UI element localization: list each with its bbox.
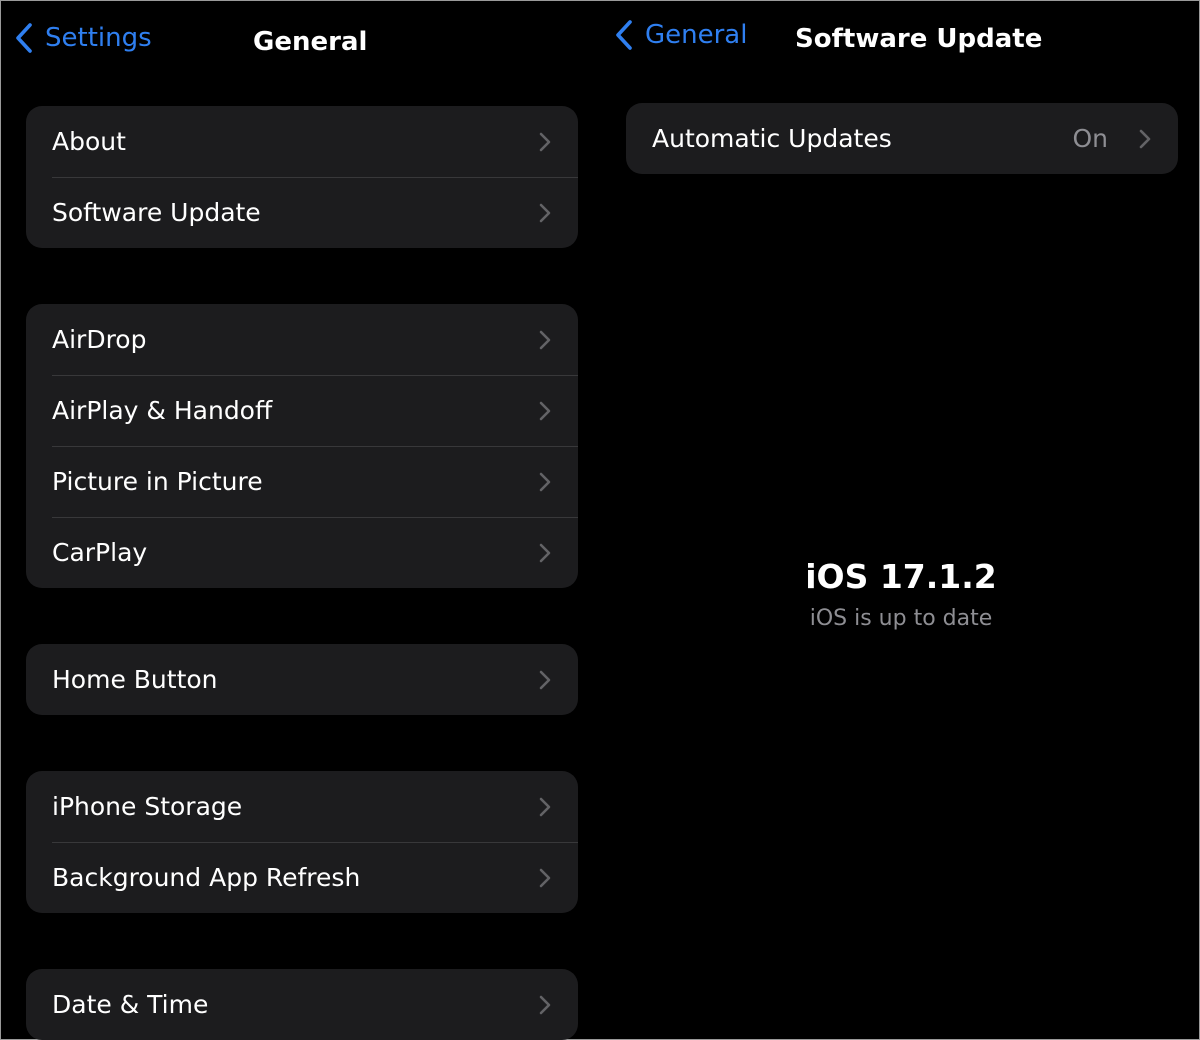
- ios-version: iOS 17.1.2: [805, 557, 997, 596]
- screenshot-frame: Settings General About Software Update A…: [0, 0, 1200, 1040]
- chevron-right-icon: [539, 132, 551, 151]
- row-label: AirPlay & Handoff: [52, 396, 273, 425]
- update-status-block: iOS 17.1.2 iOS is up to date: [601, 553, 1200, 637]
- row-label: iPhone Storage: [52, 792, 243, 821]
- settings-group-home: Home Button: [26, 644, 578, 715]
- row-iphone-storage[interactable]: iPhone Storage: [26, 771, 578, 842]
- chevron-left-icon: [16, 23, 32, 53]
- chevron-right-icon: [539, 797, 551, 816]
- back-label: Settings: [45, 23, 152, 53]
- chevron-right-icon: [539, 330, 551, 349]
- row-label: Picture in Picture: [52, 467, 263, 496]
- chevron-right-icon: [1139, 129, 1151, 148]
- row-date-time[interactable]: Date & Time: [26, 969, 578, 1040]
- row-carplay[interactable]: CarPlay: [26, 517, 578, 588]
- chevron-right-icon: [539, 543, 551, 562]
- row-picture-in-picture[interactable]: Picture in Picture: [26, 446, 578, 517]
- row-label: Home Button: [52, 665, 218, 694]
- back-to-general-button[interactable]: General: [615, 20, 747, 50]
- page-title: General: [253, 27, 368, 57]
- chevron-right-icon: [539, 995, 551, 1014]
- back-to-settings-button[interactable]: Settings: [15, 23, 152, 53]
- chevron-left-icon: [616, 20, 632, 50]
- chevron-right-icon: [539, 203, 551, 222]
- chevron-right-icon: [539, 401, 551, 420]
- settings-group-automatic-updates: Automatic Updates On: [626, 103, 1178, 174]
- settings-group-connectivity: AirDrop AirPlay & Handoff Picture in Pic…: [26, 304, 578, 588]
- row-about[interactable]: About: [26, 106, 578, 177]
- update-status-text: iOS is up to date: [809, 606, 993, 631]
- row-label: CarPlay: [52, 538, 148, 567]
- row-background-app-refresh[interactable]: Background App Refresh: [26, 842, 578, 913]
- settings-group-date: Date & Time: [26, 969, 578, 1040]
- row-label: Automatic Updates: [652, 124, 892, 153]
- page-title: Software Update: [795, 24, 1043, 54]
- general-screen: Settings General About Software Update A…: [1, 1, 601, 1040]
- row-label: AirDrop: [52, 325, 147, 354]
- settings-group-about: About Software Update: [26, 106, 578, 248]
- row-automatic-updates[interactable]: Automatic Updates On: [626, 103, 1178, 174]
- row-airplay-handoff[interactable]: AirPlay & Handoff: [26, 375, 578, 446]
- software-update-screen: General Software Update Automatic Update…: [601, 1, 1200, 1040]
- row-label: About: [52, 127, 126, 156]
- automatic-updates-value: On: [1072, 124, 1108, 153]
- chevron-right-icon: [539, 670, 551, 689]
- settings-group-storage: iPhone Storage Background App Refresh: [26, 771, 578, 913]
- back-label: General: [645, 20, 748, 50]
- row-label: Date & Time: [52, 990, 209, 1019]
- chevron-right-icon: [539, 472, 551, 491]
- chevron-right-icon: [539, 868, 551, 887]
- row-label: Background App Refresh: [52, 863, 361, 892]
- row-label: Software Update: [52, 198, 261, 227]
- row-software-update[interactable]: Software Update: [26, 177, 578, 248]
- row-airdrop[interactable]: AirDrop: [26, 304, 578, 375]
- row-home-button[interactable]: Home Button: [26, 644, 578, 715]
